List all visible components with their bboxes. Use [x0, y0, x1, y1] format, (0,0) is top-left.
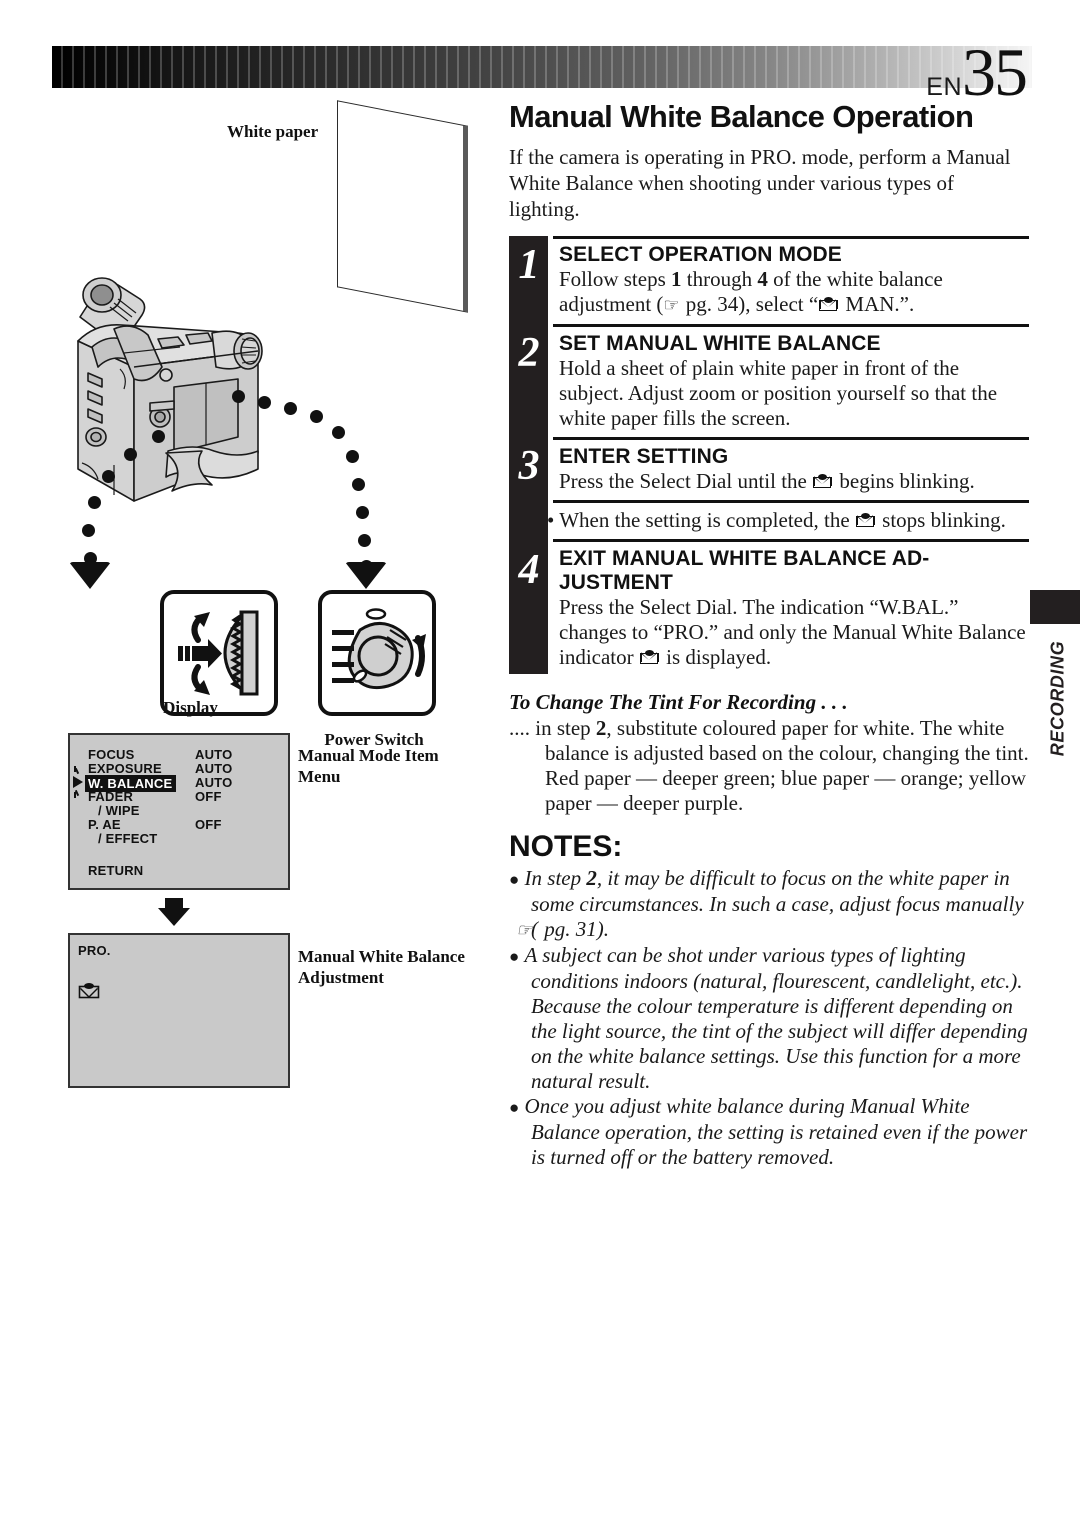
tint-heading: To Change The Tint For Recording . . . — [509, 690, 848, 715]
note-item-3: ● Once you adjust white balance during M… — [509, 1094, 1029, 1170]
pro-mode-label: PRO. — [78, 943, 111, 958]
power-switch-diagram — [318, 590, 436, 716]
lcd-menu-row[interactable]: FOCUS AUTO — [70, 747, 288, 762]
lcd-pro-panel: PRO. — [68, 933, 290, 1088]
step-2-title: SET MANUAL WHITE BALANCE — [559, 332, 881, 356]
lcd-menu-row-label: EXPOSURE — [88, 761, 162, 776]
lcd-menu-row-label: FADER — [88, 789, 134, 804]
step-3-bullet: • When the setting is completed, the sto… — [509, 508, 1029, 533]
step-4-text-b: is displayed. — [660, 645, 772, 670]
lcd-menu-panel: FOCUS AUTO EXPOSURE AUTO W. BALANCE AUTO FADER… — [68, 733, 290, 890]
step-3-number: 3 — [518, 443, 540, 490]
step-1-text-c: through — [681, 267, 758, 292]
arrow-to-select-dial — [69, 562, 111, 589]
lcd-menu-row-value: OFF — [195, 789, 222, 804]
step-3-text-a: Press the Select Dial until the — [559, 469, 813, 494]
note-bullet: ● — [509, 947, 520, 967]
page-header: EN 35 — [52, 38, 1032, 106]
tint-text-c: , substitute coloured paper for white. T… — [545, 716, 1029, 816]
white-balance-icon — [819, 297, 839, 313]
display-label: Display — [163, 698, 218, 717]
menu-cursor-blink-tick — [74, 766, 76, 772]
page-title: Manual White Balance Operation — [509, 99, 974, 134]
header-gradient-strip — [52, 46, 1032, 88]
intro-paragraph: If the camera is operating in PRO. mode,… — [509, 145, 1011, 222]
note-3-text: Once you adjust white balance during Man… — [524, 1094, 1028, 1170]
lcd-menu-row-label: P. AE — [88, 817, 121, 832]
lcd-menu-row[interactable]: RETURN — [70, 863, 288, 878]
step-3-title: ENTER SETTING — [559, 445, 729, 469]
edition-code: EN — [926, 73, 962, 101]
content-column: Manual White Balance Operation If the ca… — [509, 99, 1029, 1170]
lcd-menu-row-label: FOCUS — [88, 747, 135, 762]
lcd-menu-row-value: OFF — [195, 817, 222, 832]
step-4-number: 4 — [518, 547, 540, 594]
step-3-note: • When the setting is completed, the sto… — [509, 500, 1029, 533]
page-number: EN 35 — [926, 34, 1028, 110]
step-1-text-g: MAN.”. — [840, 292, 915, 317]
step-1-text-f: pg. 34), select “ — [680, 292, 819, 317]
wb-indicator-icon — [78, 983, 100, 1004]
white-balance-icon — [639, 650, 660, 666]
step-1-ref-1: 1 — [671, 267, 682, 292]
step-4-title: EXIT MANUAL WHITE BALANCE AD- JUSTMENT — [559, 547, 930, 595]
arrow-to-power-switch — [345, 562, 387, 589]
lcd-menu-row[interactable]: W. BALANCE AUTO — [70, 775, 288, 792]
step-3-bullet-text-b: stops blinking. — [876, 508, 1006, 533]
step-4-text-a: Press the Select Dial. The indication “W… — [559, 595, 1026, 670]
note-1-text-d: pg. 31). — [539, 917, 609, 942]
pointing-hand-icon: ☞ — [663, 295, 680, 316]
step-1: 1 SELECT OPERATION MODE Follow steps 1 t… — [509, 236, 1029, 318]
step-2-number: 2 — [518, 330, 540, 377]
step-3-bullet-text-a: • When the setting is completed, the — [547, 508, 855, 533]
note-item-2: ● A subject can be shot under various ty… — [509, 943, 1029, 1094]
power-switch-icon — [332, 608, 426, 690]
lcd-menu-row-label: / EFFECT — [98, 831, 158, 846]
lcd-menu-row-value: AUTO — [195, 775, 233, 790]
dotted-arc-right — [232, 390, 412, 590]
menu-cursor-icon — [73, 776, 83, 788]
step-4-body: Press the Select Dial. The indication “W… — [559, 595, 1029, 670]
step-3-text-b: begins blinking. — [834, 469, 975, 494]
step-2-body: Hold a sheet of plain white paper in fro… — [559, 356, 998, 431]
menu-note-label: Manual Mode Item Menu — [298, 746, 439, 786]
lcd-menu-row-label: RETURN — [88, 863, 144, 878]
note-2-text: A subject can be shot under various type… — [524, 943, 1028, 1094]
lcd-menu-row-label: / WIPE — [98, 803, 140, 818]
lcd-menu-row-value: AUTO — [195, 747, 233, 762]
white-balance-icon — [855, 513, 876, 529]
pro-note-label: Manual White Balance Adjustment — [298, 947, 465, 987]
note-item-1: ● In step 2, it may be difficult to focu… — [509, 866, 1024, 942]
note-1-text-a: In step — [524, 866, 587, 891]
white-paper-sheet — [337, 100, 468, 313]
lcd-menu-row[interactable]: / EFFECT — [70, 831, 288, 846]
white-paper-label: White paper — [227, 122, 319, 141]
step-4: 4 EXIT MANUAL WHITE BALANCE AD- JUSTMENT … — [509, 539, 1029, 674]
step-2: 2 SET MANUAL WHITE BALANCE Hold a sheet … — [509, 324, 1029, 431]
notes-heading: NOTES: — [509, 830, 623, 864]
note-bullet: ● — [509, 870, 520, 890]
lcd-menu-row[interactable]: / WIPE — [70, 803, 288, 818]
tint-step-ref: 2 — [595, 716, 607, 741]
step-1-text-a: Follow steps — [559, 267, 672, 292]
note-bullet: ● — [509, 1098, 520, 1118]
step-1-number: 1 — [518, 242, 540, 289]
lcd-menu-row[interactable]: EXPOSURE AUTO — [70, 761, 288, 776]
step-1-body: Follow steps 1 through 4 of the white ba… — [559, 267, 1029, 318]
section-tab-label: RECORDING — [1047, 640, 1068, 757]
step-1-ref-4: 4 — [757, 267, 768, 292]
lcd-menu-row[interactable]: P. AE OFF — [70, 817, 288, 832]
page-number-value: 35 — [962, 34, 1028, 110]
tint-text-a: .... in step — [509, 716, 596, 741]
step-1-title: SELECT OPERATION MODE — [559, 243, 842, 267]
note-1-step-ref: 2 — [586, 866, 597, 891]
steps-block: 1 SELECT OPERATION MODE Follow steps 1 t… — [509, 236, 1029, 675]
white-balance-icon — [813, 474, 833, 490]
lcd-menu-row-value: AUTO — [195, 761, 233, 776]
tint-body: .... in step 2, substitute coloured pape… — [509, 716, 1029, 816]
lcd-menu-row[interactable]: FADER OFF — [70, 789, 288, 804]
select-dial-icon — [178, 610, 259, 696]
step-3: 3 ENTER SETTING Press the Select Dial un… — [509, 437, 1029, 494]
step-3-body: Press the Select Dial until the begins b… — [559, 469, 1029, 494]
